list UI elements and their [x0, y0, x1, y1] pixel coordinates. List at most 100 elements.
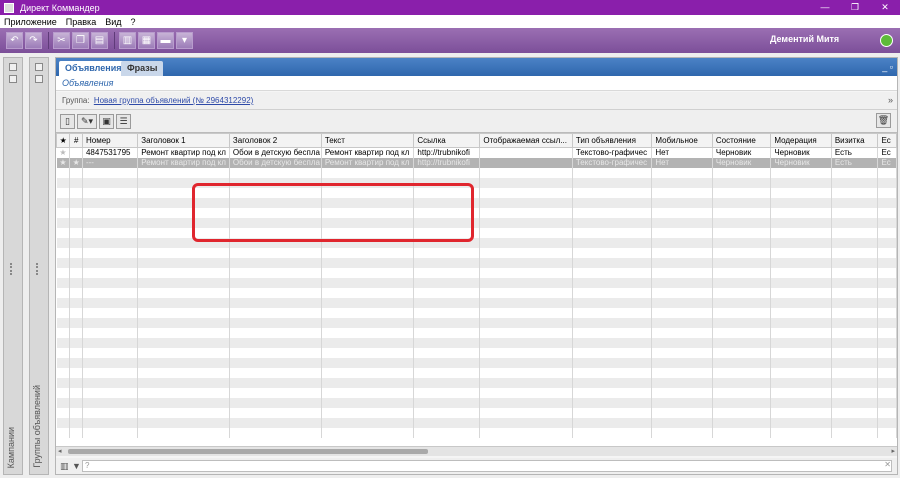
- empty-cell[interactable]: [770, 318, 832, 328]
- empty-cell[interactable]: [712, 278, 772, 288]
- empty-cell[interactable]: [321, 428, 415, 438]
- empty-cell[interactable]: [651, 398, 713, 408]
- empty-cell[interactable]: [229, 208, 322, 218]
- empty-cell[interactable]: [651, 328, 713, 338]
- empty-cell[interactable]: [651, 338, 713, 348]
- column-header-moderation[interactable]: Модерация: [770, 133, 832, 148]
- empty-cell[interactable]: [69, 178, 83, 188]
- empty-cell[interactable]: [56, 348, 71, 358]
- empty-cell[interactable]: [321, 418, 415, 428]
- empty-cell[interactable]: [69, 338, 83, 348]
- empty-cell[interactable]: [831, 418, 879, 428]
- empty-cell[interactable]: [479, 298, 573, 308]
- table-row[interactable]: [56, 348, 897, 358]
- panel-controls[interactable]: _ ▫: [882, 62, 893, 72]
- empty-cell[interactable]: [572, 348, 653, 358]
- empty-cell[interactable]: [82, 278, 139, 288]
- empty-cell[interactable]: [56, 398, 71, 408]
- new-ad-icon[interactable]: ▯: [60, 113, 75, 129]
- empty-cell[interactable]: [651, 248, 713, 258]
- table-row[interactable]: [56, 198, 897, 208]
- cell-flag[interactable]: [69, 147, 83, 158]
- column-header-star[interactable]: ★: [56, 133, 71, 148]
- empty-cell[interactable]: [651, 288, 713, 298]
- cell-text[interactable]: Ремонт квартир под кл: [321, 158, 415, 168]
- empty-cell[interactable]: [82, 418, 139, 428]
- empty-cell[interactable]: [69, 288, 83, 298]
- empty-cell[interactable]: [413, 298, 481, 308]
- scroll-left-icon[interactable]: ◂: [58, 447, 62, 455]
- empty-cell[interactable]: [321, 258, 415, 268]
- empty-cell[interactable]: [82, 398, 139, 408]
- column-header-text[interactable]: Текст: [320, 133, 415, 148]
- empty-cell[interactable]: [712, 388, 772, 398]
- campaigns-side-panel[interactable]: Кампании: [3, 57, 23, 475]
- empty-cell[interactable]: [651, 358, 713, 368]
- table-row[interactable]: [56, 388, 897, 398]
- cell-title1[interactable]: Ремонт квартир под кл: [137, 147, 230, 158]
- empty-cell[interactable]: [82, 288, 139, 298]
- empty-cell[interactable]: [82, 198, 139, 208]
- empty-cell[interactable]: [770, 388, 832, 398]
- empty-cell[interactable]: [137, 268, 230, 278]
- empty-cell[interactable]: [572, 238, 653, 248]
- empty-cell[interactable]: [82, 208, 139, 218]
- empty-cell[interactable]: [56, 238, 71, 248]
- empty-cell[interactable]: [831, 218, 879, 228]
- empty-cell[interactable]: [572, 248, 653, 258]
- empty-cell[interactable]: [413, 308, 481, 318]
- empty-cell[interactable]: [770, 338, 832, 348]
- empty-cell[interactable]: [877, 208, 897, 218]
- empty-cell[interactable]: [137, 368, 230, 378]
- empty-cell[interactable]: [69, 218, 83, 228]
- empty-cell[interactable]: [651, 208, 713, 218]
- empty-cell[interactable]: [770, 238, 832, 248]
- empty-cell[interactable]: [831, 338, 879, 348]
- empty-cell[interactable]: [69, 188, 83, 198]
- empty-cell[interactable]: [651, 388, 713, 398]
- empty-cell[interactable]: [413, 188, 481, 198]
- empty-cell[interactable]: [137, 358, 230, 368]
- empty-cell[interactable]: [651, 268, 713, 278]
- empty-cell[interactable]: [572, 358, 653, 368]
- empty-cell[interactable]: [413, 388, 481, 398]
- empty-cell[interactable]: [229, 428, 322, 438]
- groups-side-panel[interactable]: Группы объявлений: [29, 57, 49, 475]
- table-row[interactable]: [56, 218, 897, 228]
- empty-cell[interactable]: [712, 188, 772, 198]
- empty-cell[interactable]: [479, 428, 573, 438]
- empty-cell[interactable]: [479, 288, 573, 298]
- empty-cell[interactable]: [479, 378, 573, 388]
- empty-cell[interactable]: [413, 258, 481, 268]
- empty-cell[interactable]: [572, 378, 653, 388]
- empty-cell[interactable]: [321, 178, 415, 188]
- empty-cell[interactable]: [82, 248, 139, 258]
- empty-cell[interactable]: [56, 298, 71, 308]
- menu-item-view[interactable]: Вид: [105, 17, 121, 27]
- empty-cell[interactable]: [877, 178, 897, 188]
- table-row[interactable]: [56, 258, 897, 268]
- table-row[interactable]: [56, 358, 897, 368]
- pin-icon[interactable]: [9, 63, 17, 71]
- empty-cell[interactable]: [321, 298, 415, 308]
- empty-cell[interactable]: [69, 228, 83, 238]
- empty-cell[interactable]: [770, 418, 832, 428]
- empty-cell[interactable]: [770, 228, 832, 238]
- empty-cell[interactable]: [413, 288, 481, 298]
- empty-cell[interactable]: [56, 418, 71, 428]
- empty-cell[interactable]: [82, 388, 139, 398]
- cell-state[interactable]: Черновик: [712, 158, 772, 168]
- table-row[interactable]: [56, 288, 897, 298]
- empty-cell[interactable]: [831, 248, 879, 258]
- empty-cell[interactable]: [82, 408, 139, 418]
- empty-cell[interactable]: [137, 248, 230, 258]
- empty-cell[interactable]: [56, 338, 71, 348]
- empty-cell[interactable]: [877, 398, 897, 408]
- trash-icon[interactable]: 🗑: [876, 113, 891, 128]
- empty-cell[interactable]: [831, 198, 879, 208]
- table-row[interactable]: [56, 168, 897, 178]
- empty-cell[interactable]: [651, 308, 713, 318]
- empty-cell[interactable]: [770, 308, 832, 318]
- collapse-icon[interactable]: »: [888, 95, 893, 105]
- empty-cell[interactable]: [572, 388, 653, 398]
